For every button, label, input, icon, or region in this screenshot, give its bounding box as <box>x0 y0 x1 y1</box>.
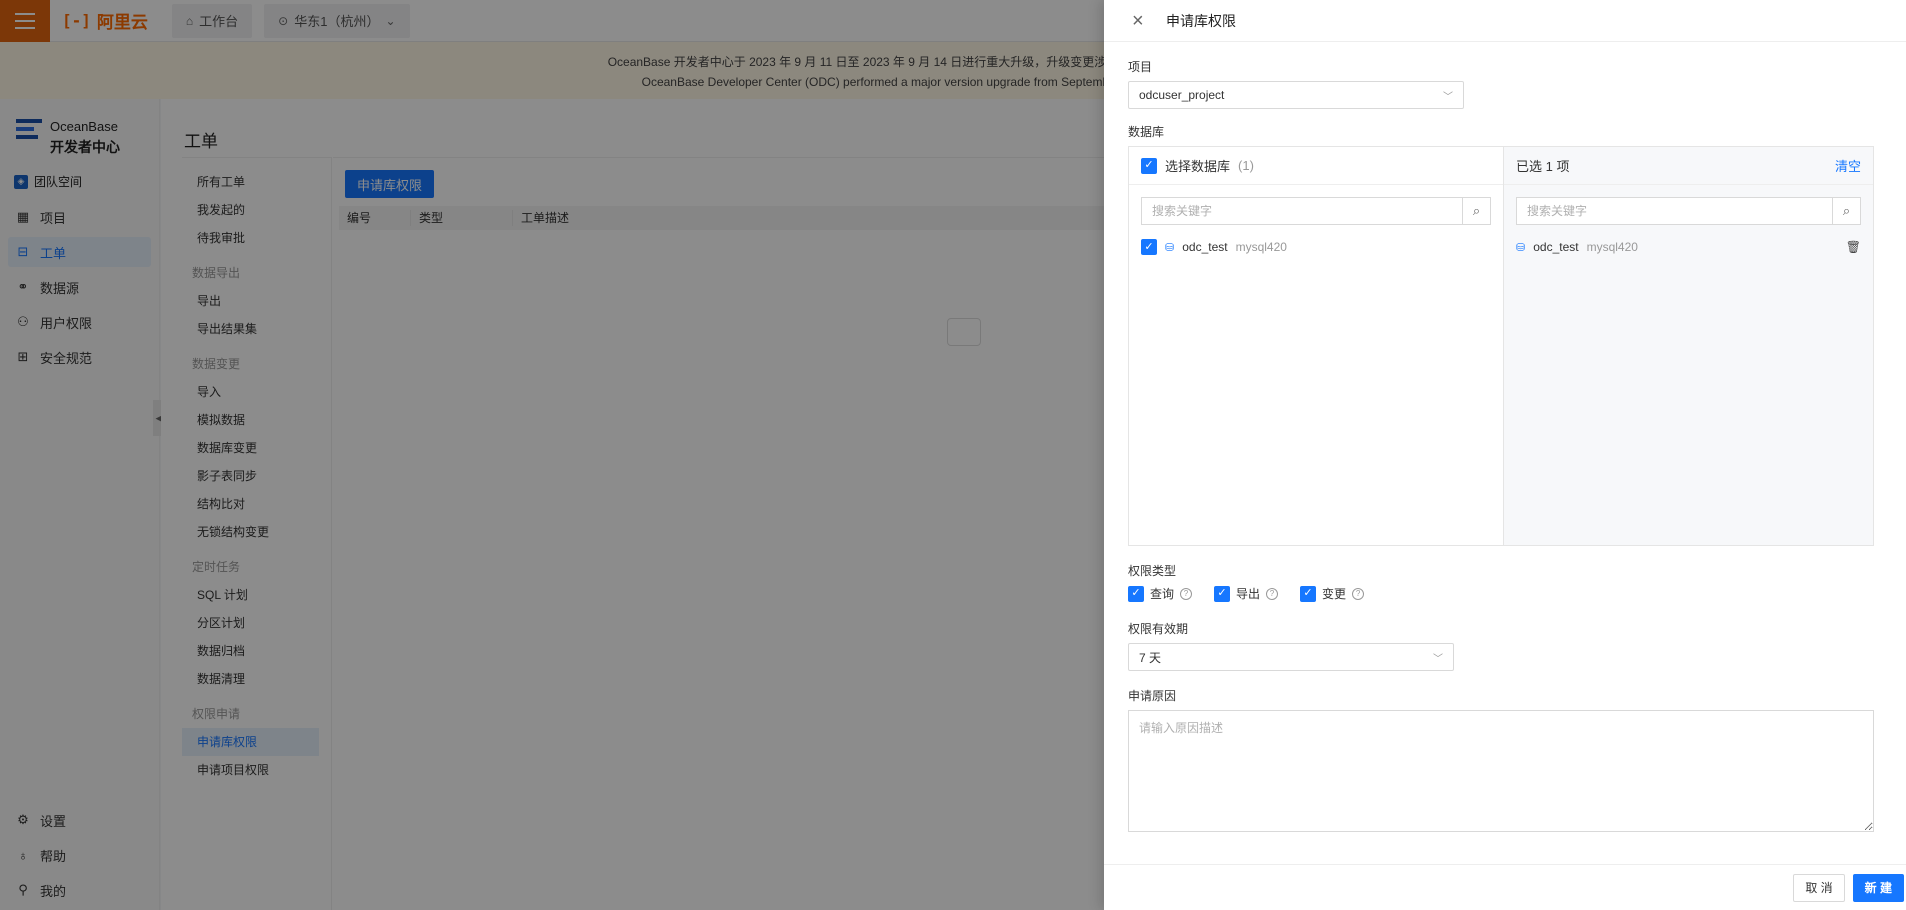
help-icon[interactable]: ? <box>1352 587 1365 600</box>
reason-textarea[interactable] <box>1128 710 1874 832</box>
database-icon: ⛁ <box>1165 241 1175 254</box>
database-type: mysql420 <box>1235 240 1287 254</box>
project-select-value: odcuser_project <box>1139 88 1225 102</box>
database-checkbox[interactable]: ✓ <box>1141 239 1157 255</box>
clear-selection-link[interactable]: 清空 <box>1835 156 1861 175</box>
perm-change-checkbox[interactable]: ✓ 变更 ? <box>1300 585 1365 602</box>
database-icon: ⛁ <box>1516 241 1526 254</box>
database-type: mysql420 <box>1586 240 1638 254</box>
validity-select-value: 7 天 <box>1139 650 1162 665</box>
search-icon[interactable]: ⌕ <box>1832 198 1860 224</box>
help-icon[interactable]: ? <box>1266 587 1279 600</box>
cancel-button[interactable]: 取 消 <box>1793 873 1845 902</box>
validity-select[interactable]: 7 天 ﹀ <box>1128 643 1454 671</box>
transfer-target-header: 已选 1 项 清空 <box>1504 147 1873 185</box>
help-icon[interactable]: ? <box>1180 587 1193 600</box>
checkbox-checked[interactable]: ✓ <box>1214 585 1231 602</box>
transfer-target-title: 已选 1 项 <box>1516 159 1570 174</box>
transfer-source-count: (1) <box>1238 158 1254 173</box>
validity-label: 权限有效期 <box>1128 622 1189 636</box>
select-all-checkbox[interactable]: ✓ <box>1141 157 1157 174</box>
drawer-title: 申请库权限 <box>1166 12 1236 29</box>
transfer-source-title: 选择数据库 <box>1165 159 1231 174</box>
database-label: 数据库 <box>1128 125 1165 139</box>
drawer-body: 项目 odcuser_project ﹀ 数据库 ✓ 选择数据库 (1) ⌕ ✓… <box>1128 42 1882 835</box>
drawer-header: × 申请库权限 <box>1104 0 1906 42</box>
perm-export-checkbox[interactable]: ✓ 导出 ? <box>1214 585 1279 602</box>
perm-label: 导出 <box>1236 587 1261 601</box>
transfer-target-panel: 已选 1 项 清空 ⌕ ⛁ odc_test mysql420 🗑 <box>1504 147 1873 545</box>
perm-label: 查询 <box>1150 587 1175 601</box>
perm-label: 变更 <box>1322 587 1347 601</box>
database-name: odc_test <box>1533 240 1579 254</box>
checkbox-checked[interactable]: ✓ <box>1300 585 1317 602</box>
apply-db-permission-drawer: × 申请库权限 项目 odcuser_project ﹀ 数据库 ✓ 选择数据库… <box>1104 0 1906 910</box>
source-search-box: ⌕ <box>1141 197 1491 225</box>
search-icon[interactable]: ⌕ <box>1462 198 1490 224</box>
database-name: odc_test <box>1182 240 1228 254</box>
database-transfer: ✓ 选择数据库 (1) ⌕ ✓ ⛁ odc_test mysql420 已选 1 <box>1128 146 1874 546</box>
perm-type-label: 权限类型 <box>1128 564 1177 578</box>
selected-database-item: ⛁ odc_test mysql420 🗑 <box>1504 233 1873 261</box>
source-search-input[interactable] <box>1142 198 1462 224</box>
drawer-footer: 取 消 新 建 <box>1104 864 1906 910</box>
transfer-source-panel: ✓ 选择数据库 (1) ⌕ ✓ ⛁ odc_test mysql420 <box>1129 147 1504 545</box>
close-icon[interactable]: × <box>1132 11 1152 31</box>
delete-icon[interactable]: 🗑 <box>1846 240 1861 254</box>
reason-label: 申请原因 <box>1128 689 1177 703</box>
perm-type-checkboxes: ✓ 查询 ? ✓ 导出 ? ✓ 变更 ? <box>1128 585 1882 602</box>
project-select[interactable]: odcuser_project ﹀ <box>1128 81 1464 109</box>
target-search-input[interactable] <box>1517 198 1832 224</box>
chevron-down-icon: ﹀ <box>1433 653 1443 665</box>
project-label: 项目 <box>1128 60 1153 74</box>
create-button[interactable]: 新 建 <box>1852 873 1904 902</box>
chevron-down-icon: ﹀ <box>1443 91 1453 103</box>
source-database-item[interactable]: ✓ ⛁ odc_test mysql420 <box>1129 233 1503 261</box>
perm-query-checkbox[interactable]: ✓ 查询 ? <box>1128 585 1193 602</box>
target-search-box: ⌕ <box>1516 197 1861 225</box>
transfer-source-header: ✓ 选择数据库 (1) <box>1129 147 1503 185</box>
checkbox-checked[interactable]: ✓ <box>1128 585 1144 602</box>
